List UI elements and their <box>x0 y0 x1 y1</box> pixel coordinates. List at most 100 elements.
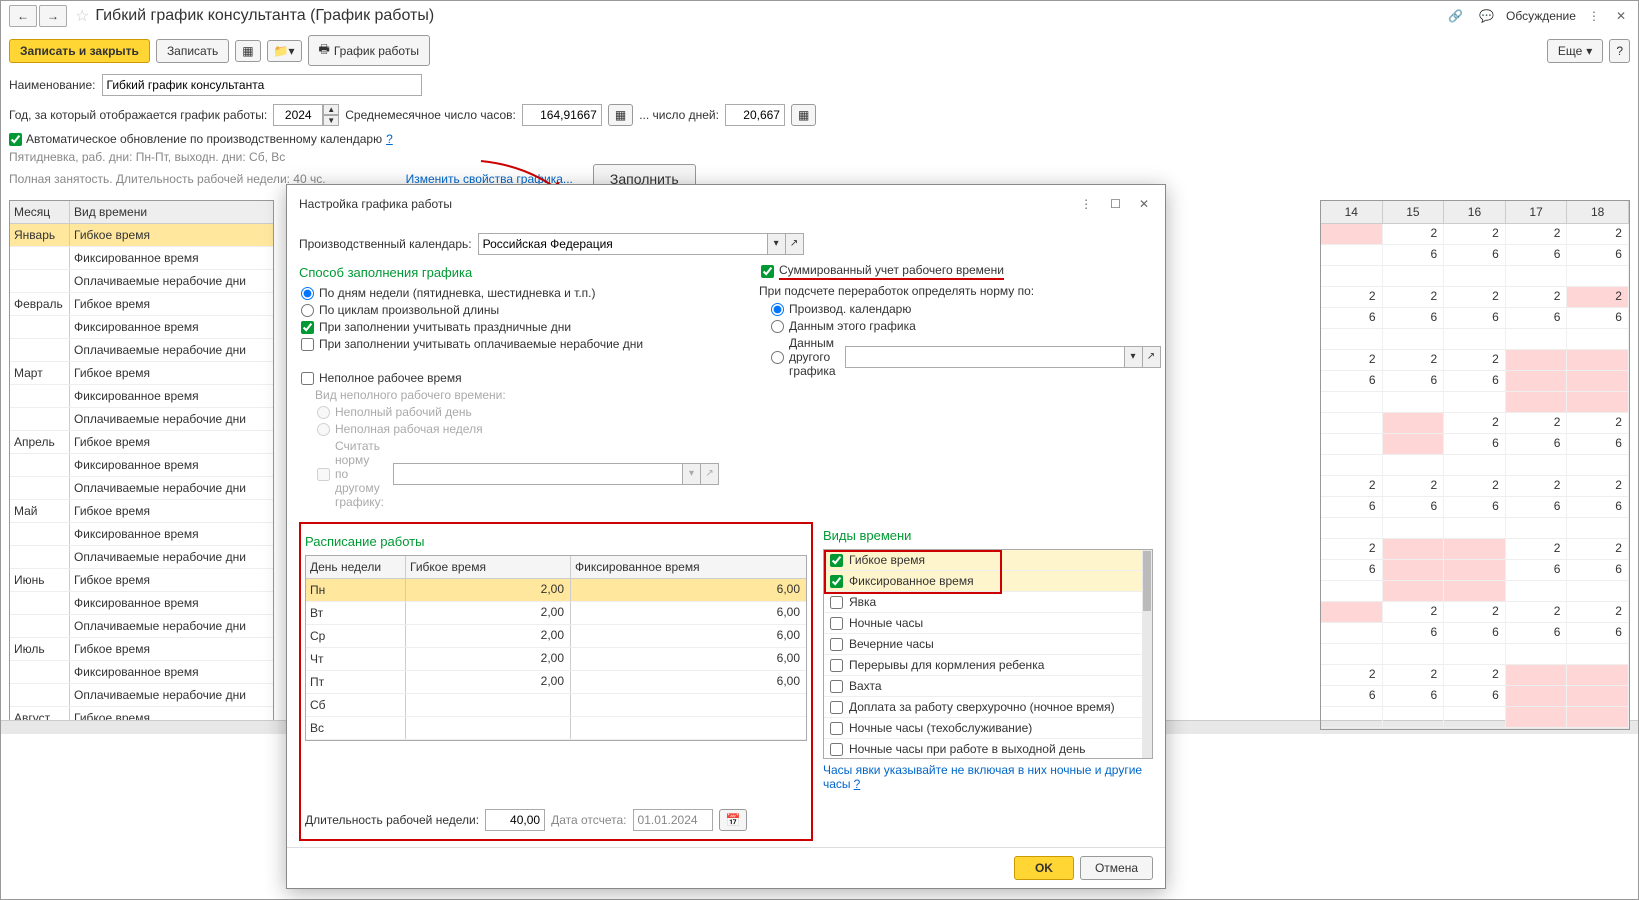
month-row[interactable]: ЯнварьГибкое время <box>10 224 273 247</box>
grid-cell[interactable]: 2 <box>1321 476 1383 496</box>
grid-cell[interactable] <box>1383 581 1445 601</box>
calc2-icon[interactable]: ▦ <box>791 104 816 126</box>
grid-cell[interactable] <box>1383 392 1445 412</box>
hint-help[interactable]: ? <box>854 777 861 791</box>
type-checkbox[interactable] <box>830 596 843 609</box>
time-type-item[interactable]: Фиксированное время <box>824 571 1152 592</box>
month-row[interactable]: ИюньГибкое время <box>10 569 273 592</box>
type-checkbox[interactable] <box>830 554 843 567</box>
grid-cell[interactable] <box>1567 455 1629 475</box>
grid-cell[interactable] <box>1321 602 1383 622</box>
grid-cell[interactable] <box>1567 371 1629 391</box>
grid-cell[interactable] <box>1567 644 1629 664</box>
parttime-checkbox[interactable] <box>301 372 314 385</box>
grid-cell[interactable]: 6 <box>1567 434 1629 454</box>
grid-cell[interactable] <box>1321 707 1383 727</box>
type-checkbox[interactable] <box>830 701 843 714</box>
grid-cell[interactable]: 2 <box>1506 287 1568 307</box>
year-up[interactable]: ▲ <box>323 104 339 115</box>
grid-cell[interactable]: 2 <box>1567 287 1629 307</box>
type-checkbox[interactable] <box>830 743 843 756</box>
month-row[interactable]: Оплачиваемые нерабочие дни <box>10 546 273 569</box>
type-checkbox[interactable] <box>830 575 843 588</box>
type-checkbox[interactable] <box>830 680 843 693</box>
grid-cell[interactable]: 2 <box>1321 539 1383 559</box>
grid-cell[interactable] <box>1506 644 1568 664</box>
time-type-item[interactable]: Доплата за работу сверхурочно (ночное вр… <box>824 697 1152 718</box>
schedule-row[interactable]: Пт2,006,00 <box>306 671 806 694</box>
sum-accounting-checkbox[interactable] <box>761 265 774 278</box>
grid-cell[interactable]: 6 <box>1383 245 1445 265</box>
grid-cell[interactable]: 2 <box>1567 476 1629 496</box>
time-type-item[interactable]: Вахта <box>824 676 1152 697</box>
grid-cell[interactable] <box>1321 413 1383 433</box>
doc-button[interactable]: ▦ <box>235 40 260 62</box>
grid-cell[interactable] <box>1383 518 1445 538</box>
grid-cell[interactable]: 6 <box>1506 497 1568 517</box>
grid-cell[interactable] <box>1506 665 1568 685</box>
paid-nonwork-checkbox[interactable] <box>301 338 314 351</box>
grid-cell[interactable] <box>1567 707 1629 727</box>
grid-cell[interactable]: 6 <box>1567 308 1629 328</box>
grid-cell[interactable]: 2 <box>1444 413 1506 433</box>
folder-button[interactable]: 📁▾ <box>267 40 302 62</box>
open-icon[interactable]: ↗ <box>786 233 804 255</box>
month-row[interactable]: АпрельГибкое время <box>10 431 273 454</box>
grid-cell[interactable] <box>1444 560 1506 580</box>
time-type-item[interactable]: Гибкое время <box>824 550 1152 571</box>
help-link[interactable]: ? <box>386 132 393 146</box>
grid-cell[interactable]: 6 <box>1321 560 1383 580</box>
ok-button[interactable]: OK <box>1014 856 1074 880</box>
grid-cell[interactable]: 2 <box>1567 413 1629 433</box>
grid-cell[interactable] <box>1506 392 1568 412</box>
month-row[interactable]: Оплачиваемые нерабочие дни <box>10 615 273 638</box>
grid-cell[interactable]: 6 <box>1444 497 1506 517</box>
grid-cell[interactable] <box>1444 518 1506 538</box>
schedule-row[interactable]: Сб <box>306 694 806 717</box>
days-grid[interactable]: 1415161718 22226666222226666622266622266… <box>1320 200 1630 730</box>
auto-update-checkbox[interactable] <box>9 133 22 146</box>
dlg-max-icon[interactable]: ☐ <box>1106 193 1125 215</box>
grid-cell[interactable]: 2 <box>1506 539 1568 559</box>
time-type-item[interactable]: Перерывы для кормления ребенка <box>824 655 1152 676</box>
time-type-item[interactable]: Вечерние часы <box>824 634 1152 655</box>
avg-hours-input[interactable] <box>522 104 602 126</box>
schedule-table[interactable]: День недели Гибкое время Фиксированное в… <box>305 555 807 741</box>
schedule-row[interactable]: Чт2,006,00 <box>306 648 806 671</box>
more-button[interactable]: Еще ▾ <box>1547 39 1603 63</box>
grid-cell[interactable]: 6 <box>1506 623 1568 643</box>
grid-cell[interactable]: 6 <box>1444 434 1506 454</box>
grid-cell[interactable] <box>1444 455 1506 475</box>
favorite-icon[interactable]: ☆ <box>75 6 89 26</box>
calendar-select[interactable] <box>478 233 768 255</box>
close-icon[interactable]: ✕ <box>1612 5 1630 27</box>
time-type-item[interactable]: Ночные часы при работе в выходной день <box>824 739 1152 759</box>
grid-cell[interactable] <box>1383 539 1445 559</box>
back-button[interactable]: ← <box>9 5 37 27</box>
grid-cell[interactable] <box>1321 245 1383 265</box>
grid-cell[interactable]: 6 <box>1444 623 1506 643</box>
week-length-input[interactable] <box>485 809 545 831</box>
grid-cell[interactable] <box>1567 350 1629 370</box>
month-row[interactable]: Оплачиваемые нерабочие дни <box>10 408 273 431</box>
grid-cell[interactable] <box>1321 644 1383 664</box>
dropdown-icon[interactable]: ▾ <box>768 233 786 255</box>
norm-this-radio[interactable] <box>771 320 784 333</box>
schedule-row[interactable]: Вт2,006,00 <box>306 602 806 625</box>
grid-cell[interactable] <box>1383 266 1445 286</box>
grid-cell[interactable]: 2 <box>1383 476 1445 496</box>
grid-cell[interactable]: 2 <box>1444 224 1506 244</box>
norm-other-select[interactable] <box>845 346 1125 368</box>
discuss-icon[interactable]: 💬 <box>1475 5 1498 27</box>
grid-cell[interactable] <box>1567 581 1629 601</box>
month-row[interactable]: Фиксированное время <box>10 316 273 339</box>
months-table[interactable]: Месяц Вид времени ЯнварьГибкое времяФикс… <box>9 200 274 730</box>
month-row[interactable]: ИюльГибкое время <box>10 638 273 661</box>
grid-cell[interactable] <box>1506 455 1568 475</box>
grid-cell[interactable] <box>1321 434 1383 454</box>
grid-cell[interactable]: 2 <box>1567 539 1629 559</box>
month-row[interactable]: МайГибкое время <box>10 500 273 523</box>
grid-cell[interactable]: 2 <box>1567 602 1629 622</box>
grid-cell[interactable]: 6 <box>1567 560 1629 580</box>
grid-cell[interactable] <box>1567 518 1629 538</box>
